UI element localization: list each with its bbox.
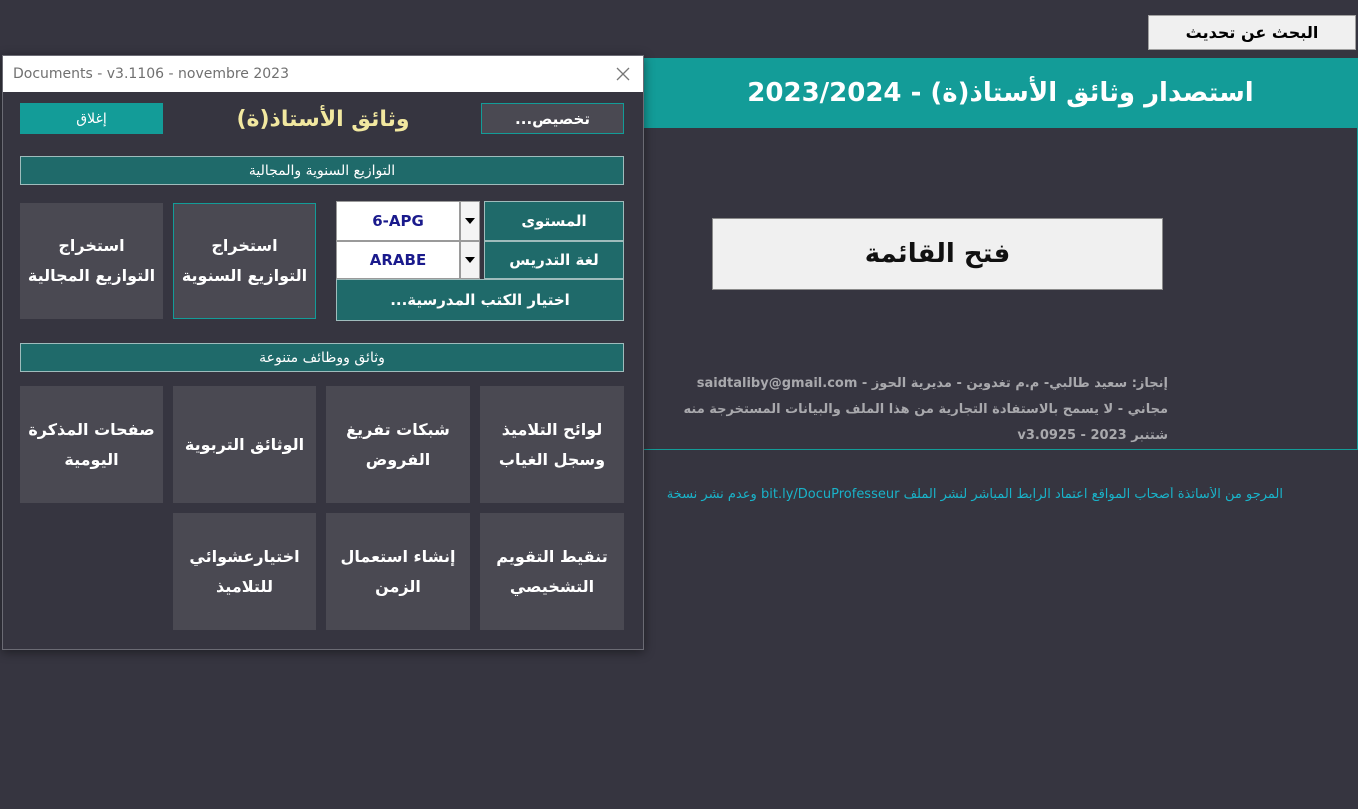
documents-dialog: Documents - v3.1106 - novembre 2023 إغلا…	[2, 55, 644, 650]
open-menu-button[interactable]: فتح القائمة	[712, 218, 1163, 290]
language-dropdown-arrow[interactable]	[460, 241, 480, 279]
dialog-title: Documents - v3.1106 - novembre 2023	[13, 66, 290, 82]
level-label: المستوى	[484, 201, 624, 241]
daily-notebook-label: صفحات المذكرة اليومية	[28, 419, 155, 469]
language-label-text: لغة التدريس	[509, 251, 599, 269]
section-misc-header: وثائق ووظائف متنوعة	[20, 343, 624, 372]
customize-button[interactable]: تخصيص...	[481, 103, 624, 134]
credit-line-license: مجاني - لا يسمح بالاستفادة التجارية من ه…	[683, 402, 1169, 417]
check-update-button[interactable]: البحث عن تحديث	[1148, 15, 1356, 50]
educational-docs-label: الوثائق التربوية	[184, 434, 305, 454]
grading-grids-button[interactable]: شبكات تفريغ الفروض	[326, 386, 470, 503]
random-pick-button[interactable]: اختيارعشوائي للتلاميذ	[173, 513, 316, 630]
section-annual-title: التوازيع السنوية والمجالية	[248, 162, 396, 179]
dialog-titlebar: Documents - v3.1106 - novembre 2023	[3, 56, 643, 92]
credit-line-author: إنجاز: سعيد طالبي- م.م تغدوين - مديرية ا…	[696, 376, 1168, 391]
footer-note-text: المرجو من الأساتذة أصحاب المواقع اعتماد …	[666, 487, 1283, 502]
spatial-distribution-label: استخراج التوازيع المجالية	[27, 236, 156, 285]
level-select[interactable]: 6-APG	[336, 201, 460, 241]
language-label: لغة التدريس	[484, 241, 624, 279]
students-lists-button[interactable]: لوائح التلاميذ وسجل الغياب	[480, 386, 624, 503]
sheet-banner: استصدار وثائق الأستاذ(ة) - 2023/2024	[643, 58, 1358, 128]
dialog-heading: وثائق الأستاذ(ة)	[236, 106, 410, 132]
students-lists-label: لوائح التلاميذ وسجل الغياب	[498, 419, 606, 469]
diagnostic-eval-button[interactable]: تنقيط التقويم التشخيصي	[480, 513, 624, 630]
choose-textbooks-button[interactable]: اختيار الكتب المدرسية...	[336, 279, 624, 321]
footer-note: المرجو من الأساتذة أصحاب المواقع اعتماد …	[646, 487, 1358, 509]
chevron-down-icon	[465, 218, 475, 224]
level-value: 6-APG	[372, 212, 424, 230]
choose-textbooks-label: اختيار الكتب المدرسية...	[390, 291, 570, 309]
timetable-label: إنشاء استعمال الزمن	[340, 546, 456, 596]
annual-distribution-button[interactable]: استخراج التوازيع السنوية	[173, 203, 316, 319]
random-pick-label: اختيارعشوائي للتلاميذ	[189, 546, 300, 596]
level-dropdown-arrow[interactable]	[460, 201, 480, 241]
language-select[interactable]: ARABE	[336, 241, 460, 279]
spatial-distribution-button[interactable]: استخراج التوازيع المجالية	[20, 203, 163, 319]
banner-title: استصدار وثائق الأستاذ(ة) - 2023/2024	[747, 78, 1254, 108]
close-icon[interactable]	[609, 60, 637, 88]
chevron-down-icon	[465, 257, 475, 263]
annual-distribution-label: استخراج التوازيع السنوية	[181, 236, 308, 285]
language-value: ARABE	[369, 251, 427, 269]
section-misc-title: وثائق ووظائف متنوعة	[259, 349, 385, 366]
grading-grids-label: شبكات تفريغ الفروض	[346, 419, 450, 469]
section-annual-header: التوازيع السنوية والمجالية	[20, 156, 624, 185]
diagnostic-eval-label: تنقيط التقويم التشخيصي	[496, 546, 608, 596]
close-button[interactable]: إغلاق	[20, 103, 163, 134]
timetable-button[interactable]: إنشاء استعمال الزمن	[326, 513, 470, 630]
credit-line-version: شتنبر 2023 - v3.0925	[1017, 428, 1168, 443]
educational-docs-button[interactable]: الوثائق التربوية	[173, 386, 316, 503]
daily-notebook-button[interactable]: صفحات المذكرة اليومية	[20, 386, 163, 503]
level-label-text: المستوى	[521, 212, 587, 230]
